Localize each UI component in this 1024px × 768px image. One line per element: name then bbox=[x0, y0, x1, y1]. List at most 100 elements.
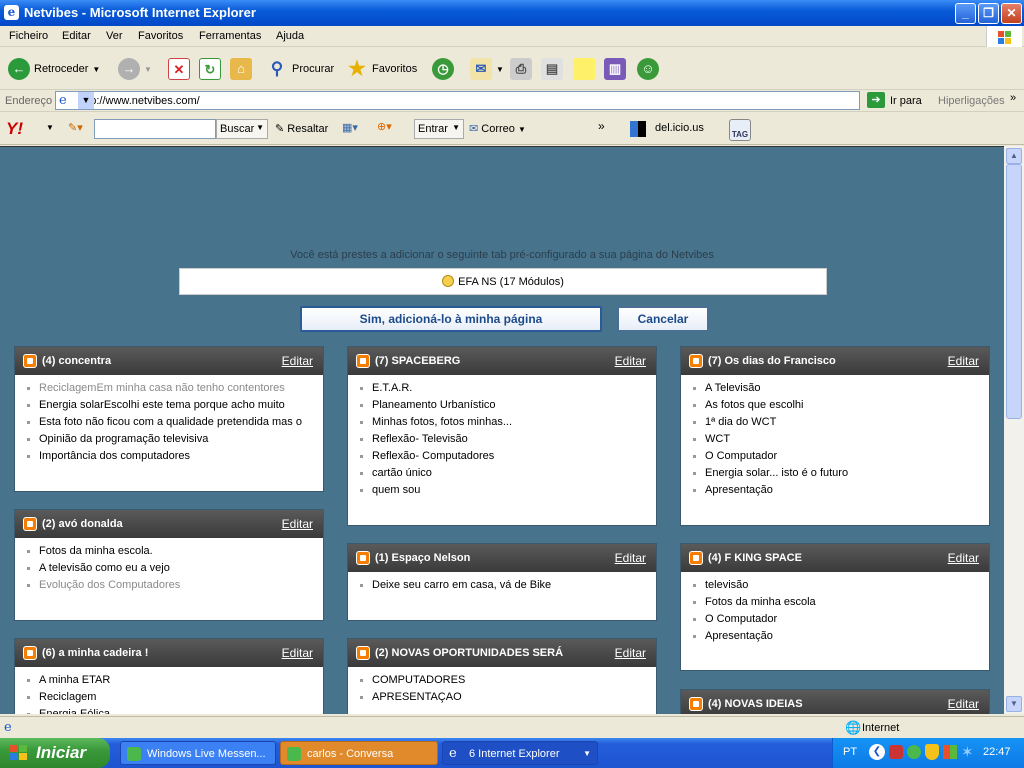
shield-tray-icon[interactable] bbox=[925, 744, 939, 760]
edit-link[interactable]: Editar bbox=[282, 354, 313, 368]
list-item[interactable]: E.T.A.R. bbox=[358, 380, 646, 397]
list-item[interactable]: Energia Eólica bbox=[25, 706, 313, 714]
list-item[interactable]: Minhas fotos, fotos minhas... bbox=[358, 414, 646, 431]
chevron-right-icon[interactable]: » bbox=[1010, 92, 1016, 104]
notes-button[interactable] bbox=[573, 56, 595, 82]
yahoo-logo[interactable]: Y! bbox=[6, 119, 23, 139]
forward-button[interactable]: → ▼ bbox=[118, 56, 152, 82]
signin-button[interactable]: Entrar ▼ bbox=[414, 119, 464, 139]
maximize-button[interactable]: ❐ bbox=[978, 3, 999, 24]
history-button[interactable]: ◷ bbox=[432, 56, 454, 82]
edit-link[interactable]: Editar bbox=[948, 551, 979, 565]
task-internet-explorer[interactable]: e6 Internet Explorer ▼ bbox=[442, 741, 598, 765]
list-item[interactable]: televisão bbox=[691, 577, 979, 594]
chevron-more-icon[interactable]: » bbox=[598, 119, 605, 133]
task-conversation[interactable]: carlos - Conversa bbox=[280, 741, 438, 765]
list-item[interactable]: O Computador bbox=[691, 448, 979, 465]
scroll-down-button[interactable]: ▼ bbox=[1006, 696, 1022, 712]
list-item[interactable]: cartão único bbox=[358, 465, 646, 482]
edit-button[interactable]: ▤ bbox=[541, 56, 563, 82]
list-item[interactable]: 1ª dia do WCT bbox=[691, 414, 979, 431]
scroll-up-button[interactable]: ▲ bbox=[1006, 148, 1022, 164]
list-item[interactable]: COMPUTADORES bbox=[358, 672, 646, 689]
panel-icon[interactable]: ▦▾ bbox=[342, 121, 358, 134]
back-tray-icon[interactable]: ❮ bbox=[869, 744, 885, 760]
list-item[interactable]: Energia solar... isto é o futuro bbox=[691, 465, 979, 482]
windows-tray-icon[interactable] bbox=[943, 745, 957, 759]
edit-link[interactable]: Editar bbox=[615, 354, 646, 368]
list-item[interactable]: quem sou bbox=[358, 482, 646, 499]
list-item[interactable]: Importância dos computadores bbox=[25, 448, 313, 465]
close-button[interactable]: ✕ bbox=[1001, 3, 1022, 24]
stop-button[interactable]: ✕ bbox=[168, 56, 190, 82]
list-item[interactable]: A Televisão bbox=[691, 380, 979, 397]
back-button[interactable]: ← Retroceder ▼ bbox=[8, 56, 100, 82]
scroll-thumb[interactable] bbox=[1006, 164, 1022, 419]
menu-ficheiro[interactable]: Ficheiro bbox=[9, 30, 48, 42]
tag-button[interactable]: TAG bbox=[729, 119, 751, 141]
go-button[interactable]: Ir para bbox=[890, 95, 922, 107]
research-button[interactable]: ▥ bbox=[604, 56, 626, 82]
refresh-button[interactable]: ↻ bbox=[199, 56, 221, 82]
list-item[interactable]: As fotos que escolhi bbox=[691, 397, 979, 414]
task-messenger[interactable]: Windows Live Messen... bbox=[120, 741, 276, 765]
yahoo-dropdown[interactable]: ▼ bbox=[46, 123, 54, 132]
yahoo-search-input[interactable] bbox=[94, 119, 216, 139]
edit-link[interactable]: Editar bbox=[282, 517, 313, 531]
list-item[interactable]: Deixe seu carro em casa, vá de Bike bbox=[358, 577, 646, 594]
list-item[interactable]: Fotos da minha escola. bbox=[25, 543, 313, 560]
yahoo-search-button[interactable]: Buscar ▼ bbox=[216, 119, 268, 139]
list-item[interactable]: Apresentação bbox=[691, 628, 979, 645]
list-item[interactable]: Reciclagem bbox=[25, 689, 313, 706]
minimize-button[interactable]: _ bbox=[955, 3, 976, 24]
list-item[interactable]: A televisão como eu a vejo bbox=[25, 560, 313, 577]
list-item[interactable]: A minha ETAR bbox=[25, 672, 313, 689]
favorites-button[interactable]: ★ Favoritos bbox=[346, 56, 417, 82]
highlight-button[interactable]: ✎ Resaltar bbox=[275, 122, 328, 135]
menu-editar[interactable]: Editar bbox=[62, 30, 91, 42]
edit-link[interactable]: Editar bbox=[948, 697, 979, 711]
list-item[interactable]: Opinião da programação televisiva bbox=[25, 431, 313, 448]
list-item[interactable]: Fotos da minha escola bbox=[691, 594, 979, 611]
edit-link[interactable]: Editar bbox=[615, 551, 646, 565]
list-item[interactable]: Apresentação bbox=[691, 482, 979, 499]
menu-ver[interactable]: Ver bbox=[106, 30, 123, 42]
menu-favoritos[interactable]: Favoritos bbox=[138, 30, 183, 42]
print-button[interactable]: ⎙ bbox=[510, 56, 532, 82]
list-item[interactable]: Energia solarEscolhi este tema porque ac… bbox=[25, 397, 313, 414]
edit-link[interactable]: Editar bbox=[948, 354, 979, 368]
links-label[interactable]: Hiperligações bbox=[938, 95, 1005, 107]
menu-ferramentas[interactable]: Ferramentas bbox=[199, 30, 261, 42]
module-title: (1) Espaço Nelson bbox=[375, 552, 471, 564]
delicious-button[interactable]: del.icio.us bbox=[655, 122, 704, 134]
list-item[interactable]: Planeamento Urbanístico bbox=[358, 397, 646, 414]
cancel-button[interactable]: Cancelar bbox=[617, 306, 709, 332]
edit-link[interactable]: Editar bbox=[282, 646, 313, 660]
vertical-scrollbar[interactable]: ▲ ▼ bbox=[1004, 146, 1024, 714]
list-item[interactable]: ReciclagemEm minha casa não tenho conten… bbox=[25, 380, 313, 397]
edit-link[interactable]: Editar bbox=[615, 646, 646, 660]
star-tray-icon[interactable]: ✶ bbox=[961, 743, 974, 761]
list-item[interactable]: APRESENTAÇAO bbox=[358, 689, 646, 706]
language-indicator[interactable]: PT bbox=[843, 746, 857, 758]
target-icon[interactable]: ⊕▾ bbox=[377, 120, 392, 133]
home-button[interactable]: ⌂ bbox=[230, 56, 252, 82]
list-item[interactable]: WCT bbox=[691, 431, 979, 448]
mail-menu[interactable]: ✉ Correo ▼ bbox=[469, 122, 526, 135]
list-item[interactable]: Reflexão- Televisão bbox=[358, 431, 646, 448]
confirm-add-button[interactable]: Sim, adicioná-lo à minha página bbox=[300, 306, 602, 332]
list-item[interactable]: Esta foto não ficou com a qualidade pret… bbox=[25, 414, 313, 431]
search-button[interactable]: ⚲ Procurar bbox=[266, 56, 334, 82]
pencil-icon[interactable]: ✎▾ bbox=[68, 121, 83, 134]
address-input[interactable]: e http://www.netvibes.com/ ▼ bbox=[55, 91, 860, 110]
list-item[interactable]: O Computador bbox=[691, 611, 979, 628]
mail-button[interactable]: ✉ ▼ bbox=[470, 56, 504, 82]
security-tray-icon[interactable] bbox=[889, 745, 903, 759]
messenger-tray-icon[interactable] bbox=[907, 745, 921, 759]
messenger-button[interactable]: ☺ bbox=[637, 56, 659, 82]
menu-ajuda[interactable]: Ajuda bbox=[276, 30, 304, 42]
address-dropdown[interactable]: ▼ bbox=[78, 92, 94, 109]
list-item[interactable]: Reflexão- Computadores bbox=[358, 448, 646, 465]
start-button[interactable]: Iniciar bbox=[0, 738, 110, 768]
list-item[interactable]: Evolução dos Computadores bbox=[25, 577, 313, 594]
